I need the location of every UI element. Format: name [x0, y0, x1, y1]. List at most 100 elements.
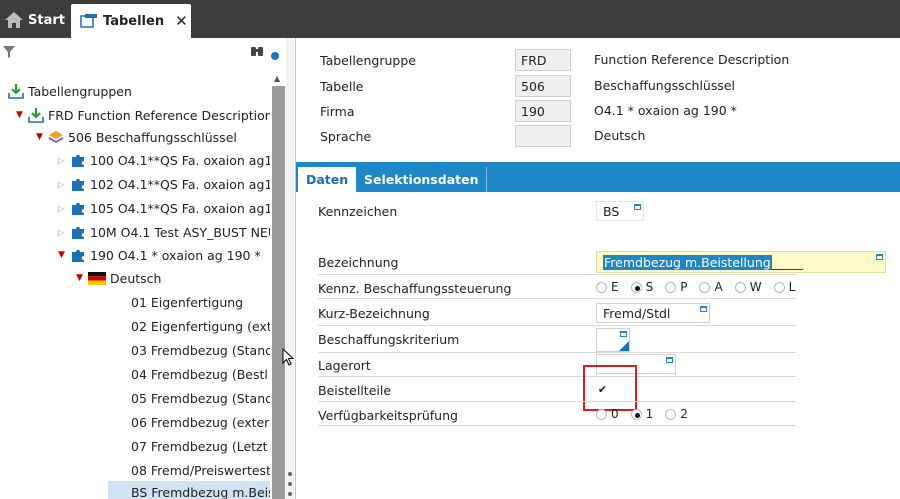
radio-circle[interactable] [665, 408, 677, 420]
radio-circle-selected[interactable] [630, 408, 642, 420]
status-dot [271, 52, 279, 60]
radio-0[interactable]: 0 [596, 407, 619, 421]
tree-firm[interactable]: ▷ 100 O4.1**QS Fa. oxaion ag1 [58, 149, 270, 171]
tree-entry[interactable]: 08 Fremd/Preiswertest [131, 459, 270, 481]
download-icon [8, 84, 24, 99]
radio-a[interactable]: A [699, 280, 723, 294]
radio-label: 0 [611, 407, 619, 421]
tree-scrollbar[interactable]: ▲ [272, 74, 285, 499]
scroll-up-icon[interactable]: ▲ [274, 74, 280, 83]
divider [318, 325, 796, 326]
collapsed-caret-icon[interactable]: ▷ [58, 156, 66, 165]
expanded-caret-icon[interactable]: ▼ [58, 250, 66, 260]
kennzeichen-value: BS [603, 203, 620, 219]
radio-circle[interactable] [734, 281, 746, 293]
tree-table-label: 506 Beschaffungsschlüssel [68, 129, 237, 145]
lagerort-label: Lagerort [318, 358, 371, 373]
kriterium-label: Beschaffungskriterium [318, 332, 460, 347]
highlight-box [583, 365, 637, 411]
home-icon [5, 12, 23, 28]
scrollbar-thumb[interactable] [272, 86, 285, 499]
tab-tabellen[interactable]: Tabellen ✕ [71, 4, 191, 38]
header-label: Sprache [320, 128, 372, 144]
radio-2[interactable]: 2 [665, 407, 688, 421]
radio-circle[interactable] [596, 281, 607, 293]
expanded-caret-icon[interactable]: ▼ [76, 273, 84, 283]
tree-entry-label: 04 Fremdbezug (Bestl [131, 366, 268, 382]
collapsed-caret-icon[interactable]: ▷ [58, 228, 66, 237]
tree-view: Tabellengruppen ▼ FRD Function Reference… [0, 74, 270, 499]
tree-table[interactable]: ▼ 506 Beschaffungsschlüssel [36, 126, 237, 148]
expanded-caret-icon[interactable]: ▼ [36, 132, 44, 142]
steuerung-label: Kennz. Beschaffungssteuerung [318, 281, 512, 296]
tree-entry[interactable]: 05 Fremdbezug (Stand [131, 387, 270, 409]
kurz-input[interactable]: Fremd/Stdl [596, 303, 710, 323]
divider [318, 274, 796, 275]
header-code-field [515, 125, 571, 147]
tree-language-label: Deutsch [110, 270, 162, 286]
kennzeichen-label: Kennzeichen [318, 204, 398, 219]
grip-dot [288, 472, 292, 476]
radio-p[interactable]: P [665, 280, 687, 294]
kennzeichen-field: BS [596, 201, 644, 221]
divider [318, 376, 796, 377]
puzzle-icon [72, 249, 84, 262]
radio-l[interactable]: L [773, 280, 795, 294]
subtab-bar: Daten Selektionsdaten [296, 162, 900, 192]
tree-entry-selected[interactable]: BS Fremdbezug m.Beis [108, 481, 270, 499]
tab-start[interactable]: Start [4, 6, 65, 34]
radio-1[interactable]: 1 [630, 407, 653, 421]
radio-circle[interactable] [773, 281, 785, 293]
radio-s[interactable]: S [630, 280, 653, 294]
tree-toolbar [0, 38, 296, 66]
tree-firm-expanded[interactable]: ▼ 190 O4.1 * oxaion ag 190 * [58, 244, 261, 266]
tab-selektionsdaten[interactable]: Selektionsdaten [356, 167, 488, 192]
tree-firm[interactable]: ▷ 10M O4.1 Test ASY_BUST NEU [58, 221, 270, 243]
app-window: Start Tabellen ✕ Tabellengruppen ▼ FRD F… [0, 0, 900, 499]
tree-root-label: Tabellengruppen [28, 83, 132, 99]
beistell-label: Beistellteile [318, 383, 392, 398]
radio-label: 2 [680, 407, 688, 421]
tree-group[interactable]: ▼ FRD Function Reference Description [16, 104, 270, 126]
top-tab-bar: Start Tabellen ✕ [0, 0, 900, 38]
kurz-value: Fremd/Stdl [603, 305, 671, 321]
tree-entry-label: 08 Fremd/Preiswertest [131, 462, 270, 478]
kriterium-select[interactable] [596, 328, 630, 352]
divider [318, 401, 796, 402]
detail-panel: Tabellengruppe FRD Function Reference De… [296, 38, 900, 499]
tree-panel: Tabellengruppen ▼ FRD Function Reference… [0, 38, 296, 499]
panel-splitter[interactable] [286, 38, 294, 499]
expanded-caret-icon[interactable]: ▼ [16, 110, 24, 120]
tree-entry-label: 03 Fremdbezug (Stand [131, 342, 270, 358]
tree-entry[interactable]: 06 Fremdbezug (exter [131, 411, 269, 433]
radio-circle-selected[interactable] [630, 281, 642, 293]
tree-entry[interactable]: 01 Eigenfertigung [131, 291, 243, 313]
collapsed-caret-icon[interactable]: ▷ [58, 180, 66, 189]
radio-circle[interactable] [665, 281, 677, 293]
header-code-field: 190 [515, 100, 571, 122]
tree-entry[interactable]: 02 Eigenfertigung (ext [131, 315, 270, 337]
tree-firm[interactable]: ▷ 102 O4.1**QS Fa. oxaion ag1 [58, 173, 270, 195]
tree-firm[interactable]: ▷ 105 O4.1**QS Fa. oxaion ag1 [58, 197, 270, 219]
close-icon[interactable]: ✕ [175, 12, 188, 30]
bezeichnung-input[interactable]: Fremdbezug m.Beistellung _____ [596, 251, 886, 273]
tree-entry[interactable]: 03 Fremdbezug (Stand [131, 339, 270, 361]
radio-circle[interactable] [596, 408, 607, 420]
header-code-field: FRD [515, 49, 571, 71]
tab-start-label: Start [28, 12, 65, 28]
tree-entry[interactable]: 04 Fremdbezug (Bestl [131, 363, 268, 385]
tab-tabellen-label: Tabellen [103, 13, 165, 29]
filter-icon[interactable] [2, 45, 16, 59]
radio-e[interactable]: E [596, 280, 619, 294]
tree-entry[interactable]: 07 Fremdbezug (Letzt [131, 435, 268, 457]
collapsed-caret-icon[interactable]: ▷ [58, 204, 66, 213]
puzzle-icon [72, 202, 84, 215]
tree-root[interactable]: Tabellengruppen [8, 80, 132, 102]
header-value: O4.1 * oxaion ag 190 * [594, 103, 737, 118]
tab-daten[interactable]: Daten [298, 167, 357, 192]
binoculars-icon[interactable] [250, 45, 264, 57]
tree-language[interactable]: ▼ Deutsch [76, 267, 161, 289]
radio-circle[interactable] [699, 281, 711, 293]
radio-w[interactable]: W [734, 280, 762, 294]
bezeichnung-selected-text: Fremdbezug m.Beistellung [603, 254, 772, 270]
